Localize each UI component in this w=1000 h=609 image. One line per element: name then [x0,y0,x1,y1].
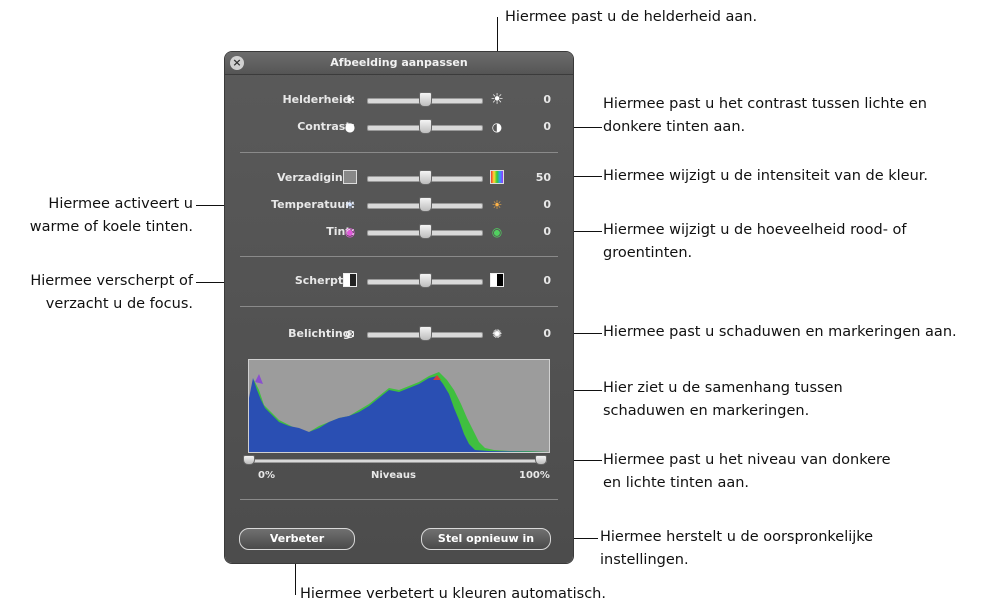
saturation-value: 50 [535,171,551,184]
cool-sun-icon: ☀ [344,198,356,212]
brightness-label: Helderheid: [282,93,355,106]
contrast-high-icon: ◑ [491,120,503,134]
title-bar: × Afbeelding aanpassen [225,52,573,75]
exposure-slider-thumb[interactable] [418,326,432,341]
enhance-button[interactable]: Verbeter [239,528,355,550]
saturation-low-icon [343,170,357,184]
sharpness-low-icon [343,273,357,287]
temperature-value: 0 [543,198,551,211]
contrast-label: Contrast: [297,120,355,133]
sharpness-label: Scherpte: [294,274,355,287]
histogram-purple-peak [255,374,263,384]
contrast-low-icon: ● [344,120,356,134]
callout-enhance: Hiermee verbetert u kleuren automatisch. [300,586,606,602]
tint-label: Tint: [326,225,355,238]
exposure-label: Belichting: [288,327,355,340]
callout-sharpness-line1: Hiermee verscherpt of [30,273,193,289]
callout-levels-line1: Hiermee past u het niveau van donkere [603,452,891,468]
histogram-blue-channel [249,376,549,452]
sun-large-icon: ☀ [490,90,504,108]
brightness-slider-thumb[interactable] [418,92,432,107]
brightness-value: 0 [543,93,551,106]
levels-max-label: 100% [519,470,550,481]
tint-slider-thumb[interactable] [418,224,432,239]
callout-levels-line2: en lichte tinten aan. [603,475,750,491]
separator [240,152,558,153]
levels-white-point-thumb[interactable] [535,455,547,465]
sharpness-value: 0 [543,274,551,287]
contrast-value: 0 [543,120,551,133]
temperature-slider-thumb[interactable] [418,197,432,212]
callout-sharpness-line2: verzacht u de focus. [45,296,193,312]
callout-reset-line1: Hiermee herstelt u de oorspronkelijke [600,529,874,545]
callout-exposure: Hiermee past u schaduwen en markeringen … [603,324,957,340]
saturation-label: Verzadiging: [276,171,355,184]
warm-sun-icon: ☀ [491,198,503,212]
levels-label: Niveaus [371,470,416,481]
panel-title: Afbeelding aanpassen [330,56,468,69]
saturation-high-icon [490,170,504,184]
separator [240,256,558,257]
callout-reset-line2: instellingen. [600,552,689,568]
sharpness-slider-thumb[interactable] [418,273,432,288]
separator [240,306,558,307]
separator [240,499,558,500]
aperture-large-icon: ✺ [491,327,503,341]
aperture-small-icon: ⊛ [344,327,356,341]
histogram [248,359,550,453]
sharpness-high-icon [490,273,504,287]
magenta-tint-icon: ◉ [344,225,356,239]
callout-tint-line1: Hiermee wijzigt u de hoeveelheid rood- o… [603,222,907,238]
callout-histogram-line2: schaduwen en markeringen. [603,403,810,419]
adjust-image-panel: × Afbeelding aanpassen Helderheid: ☀ ☀ 0… [225,52,573,563]
tint-value: 0 [543,225,551,238]
levels-slider[interactable] [253,459,547,463]
exposure-value: 0 [543,327,551,340]
callout-histogram-line1: Hier ziet u de samenhang tussen [603,380,843,396]
contrast-slider-thumb[interactable] [418,119,432,134]
saturation-slider-thumb[interactable] [418,170,432,185]
levels-black-point-thumb[interactable] [243,455,255,465]
callout-contrast-line2: donkere tinten aan. [603,119,746,135]
callout-tint-line2: groentinten. [603,245,693,261]
temperature-label: Temperatuur: [271,198,355,211]
reset-button[interactable]: Stel opnieuw in [421,528,551,550]
histogram-chart [249,372,549,452]
callout-contrast-line1: Hiermee past u het contrast tussen licht… [603,96,927,112]
callout-temperature-line1: Hiermee activeert u [48,196,193,212]
callout-saturation: Hiermee wijzigt u de intensiteit van de … [603,168,929,184]
callout-brightness: Hiermee past u de helderheid aan. [505,9,758,25]
green-tint-icon: ◉ [491,225,503,239]
levels-min-label: 0% [258,470,275,481]
callout-temperature-line2: warme of koele tinten. [29,219,193,235]
sun-small-icon: ☀ [344,93,356,107]
